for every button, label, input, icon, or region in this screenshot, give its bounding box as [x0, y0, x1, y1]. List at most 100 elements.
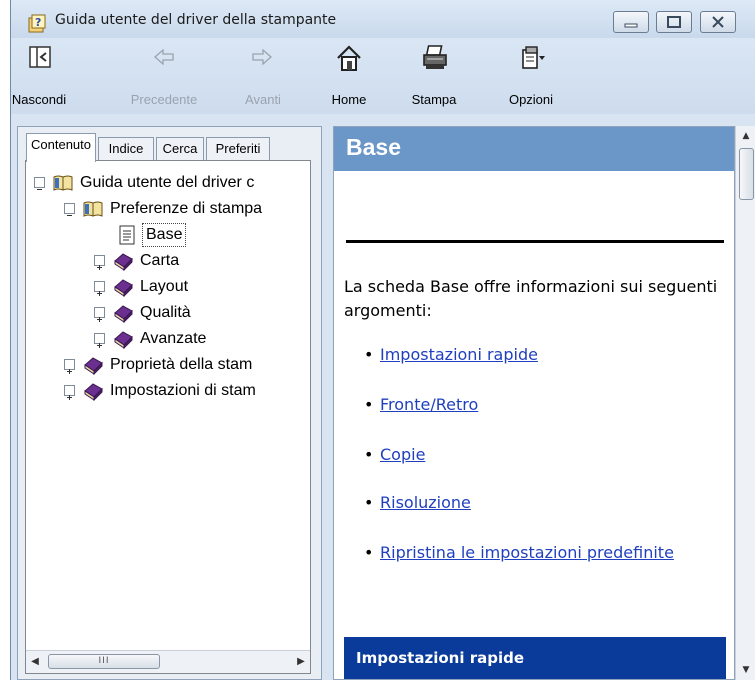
tab-cerca[interactable]: Cerca [156, 137, 204, 161]
hide-button-label: Nascondi [11, 92, 67, 107]
tree-node-selected[interactable]: Base [116, 223, 310, 247]
help-window: ? Guida utente del driver della stampant… [10, 0, 755, 680]
toolbar: Nascondi Precedente Avanti Home Stampa O… [11, 38, 755, 114]
tree-node[interactable]: Layout [94, 275, 304, 299]
svg-text:?: ? [35, 16, 41, 29]
bullet: • [364, 395, 374, 414]
plus-icon [67, 369, 72, 374]
print-button[interactable]: Stampa [409, 38, 459, 114]
minimize-button[interactable] [613, 11, 649, 33]
home-icon [337, 45, 361, 71]
title-bar[interactable]: ? Guida utente del driver della stampant… [11, 0, 755, 38]
topic-link[interactable]: Ripristina le impostazioni predefinite [380, 541, 680, 565]
tab-indice[interactable]: Indice [98, 137, 154, 161]
expand-toggle[interactable] [94, 255, 105, 270]
plus-icon [97, 343, 102, 348]
content-pane: Base La scheda Base offre informazioni s… [333, 126, 735, 680]
tree-node-label: Preferenze di stampa [110, 200, 263, 217]
scroll-left-icon[interactable]: ◀ [26, 651, 44, 672]
horizontal-scroll-thumb[interactable]: III [48, 654, 160, 669]
open-book-icon [53, 175, 73, 191]
topic-link[interactable]: Copie [380, 443, 680, 467]
closed-book-icon [114, 331, 133, 349]
window-title: Guida utente del driver della stampante [55, 12, 337, 28]
tree-node-label: Base [142, 223, 187, 247]
topic-heading: Base [346, 134, 401, 160]
maximize-button[interactable] [656, 11, 692, 33]
nav-tabs: Contenuto Indice Cerca Preferiti [26, 133, 326, 162]
back-button[interactable]: Precedente [123, 38, 205, 114]
tab-contenuto[interactable]: Contenuto [26, 133, 96, 162]
scroll-right-icon[interactable]: ▶ [292, 651, 310, 672]
maximize-icon [667, 16, 681, 28]
minus-icon [67, 215, 72, 216]
scroll-up-icon[interactable]: ▲ [736, 126, 755, 146]
tree-node-label: Impostazioni di stam [110, 382, 256, 399]
options-button-label: Opzioni [508, 92, 554, 107]
close-icon [712, 16, 724, 28]
tree-node[interactable]: Guida utente del driver c [34, 171, 310, 195]
plus-icon [97, 317, 102, 322]
bullet: • [364, 345, 374, 364]
plus-icon [67, 395, 72, 400]
plus-icon [97, 265, 102, 270]
forward-arrow-icon [252, 48, 272, 66]
print-button-label: Stampa [411, 92, 457, 107]
topic-link[interactable]: Impostazioni rapide [380, 343, 680, 367]
vertical-scroll-thumb[interactable] [739, 148, 754, 200]
tab-preferiti[interactable]: Preferiti [206, 137, 270, 161]
open-book-icon [83, 201, 103, 217]
expand-toggle[interactable] [94, 307, 105, 322]
collapse-toggle[interactable] [64, 203, 75, 216]
topic-link[interactable]: Fronte/Retro [380, 393, 680, 417]
hide-button[interactable]: Nascondi [11, 38, 67, 114]
bullet: • [364, 543, 374, 562]
tree-node[interactable]: Impostazioni di stam [64, 379, 310, 403]
scroll-down-icon[interactable]: ▼ [736, 660, 755, 680]
closed-book-icon [114, 279, 133, 297]
topic-link[interactable]: Risoluzione [380, 491, 680, 515]
section-heading: Impostazioni rapide [356, 649, 525, 667]
expand-toggle[interactable] [64, 359, 75, 374]
expand-toggle[interactable] [64, 385, 75, 400]
contents-tree: Guida utente del driver c Preferenze di … [25, 160, 311, 674]
home-button[interactable]: Home [327, 38, 371, 114]
tree-node[interactable]: Qualità [94, 301, 304, 325]
plus-icon [97, 291, 102, 296]
tree-node[interactable]: Preferenze di stampa [64, 197, 310, 221]
tree-node-label: Qualità [140, 304, 191, 321]
expand-toggle[interactable] [94, 333, 105, 348]
back-arrow-icon [154, 48, 174, 66]
bullet: • [364, 445, 374, 464]
options-button[interactable]: Opzioni [503, 38, 559, 114]
intro-paragraph: La scheda Base offre informazioni sui se… [344, 277, 718, 320]
expand-toggle[interactable] [94, 281, 105, 296]
closed-book-icon [114, 253, 133, 271]
page-icon [119, 225, 135, 245]
options-icon [522, 46, 545, 69]
tree-node[interactable]: Carta [94, 249, 304, 273]
back-button-label: Precedente [130, 92, 198, 107]
closed-book-icon [84, 357, 103, 375]
section-heading-bar: Impostazioni rapide [344, 637, 726, 679]
horizontal-rule [346, 240, 724, 243]
navigation-pane: Contenuto Indice Cerca Preferiti Guida u… [17, 126, 322, 680]
thumb-grip: III [98, 656, 110, 666]
minus-icon [37, 189, 42, 190]
tree-horizontal-scrollbar[interactable]: ◀ III ▶ [26, 650, 310, 673]
printer-icon [423, 45, 447, 69]
help-app-icon: ? [28, 14, 46, 33]
collapse-toggle[interactable] [34, 177, 45, 190]
tree-node-label: Avanzate [140, 330, 207, 347]
forward-button-label: Avanti [245, 92, 281, 107]
tree-node[interactable]: Proprietà della stam [64, 353, 310, 377]
close-button[interactable] [700, 11, 736, 33]
forward-button[interactable]: Avanti [235, 38, 291, 114]
tree-node-label: Guida utente del driver c [80, 174, 255, 191]
content-vertical-scrollbar[interactable]: ▲ ▼ [735, 126, 755, 680]
tree-node[interactable]: Avanzate [94, 327, 304, 351]
topic-heading-bar: Base [334, 127, 734, 171]
minimize-icon [624, 23, 638, 28]
bullet: • [364, 493, 374, 512]
hide-pane-icon [29, 46, 51, 68]
